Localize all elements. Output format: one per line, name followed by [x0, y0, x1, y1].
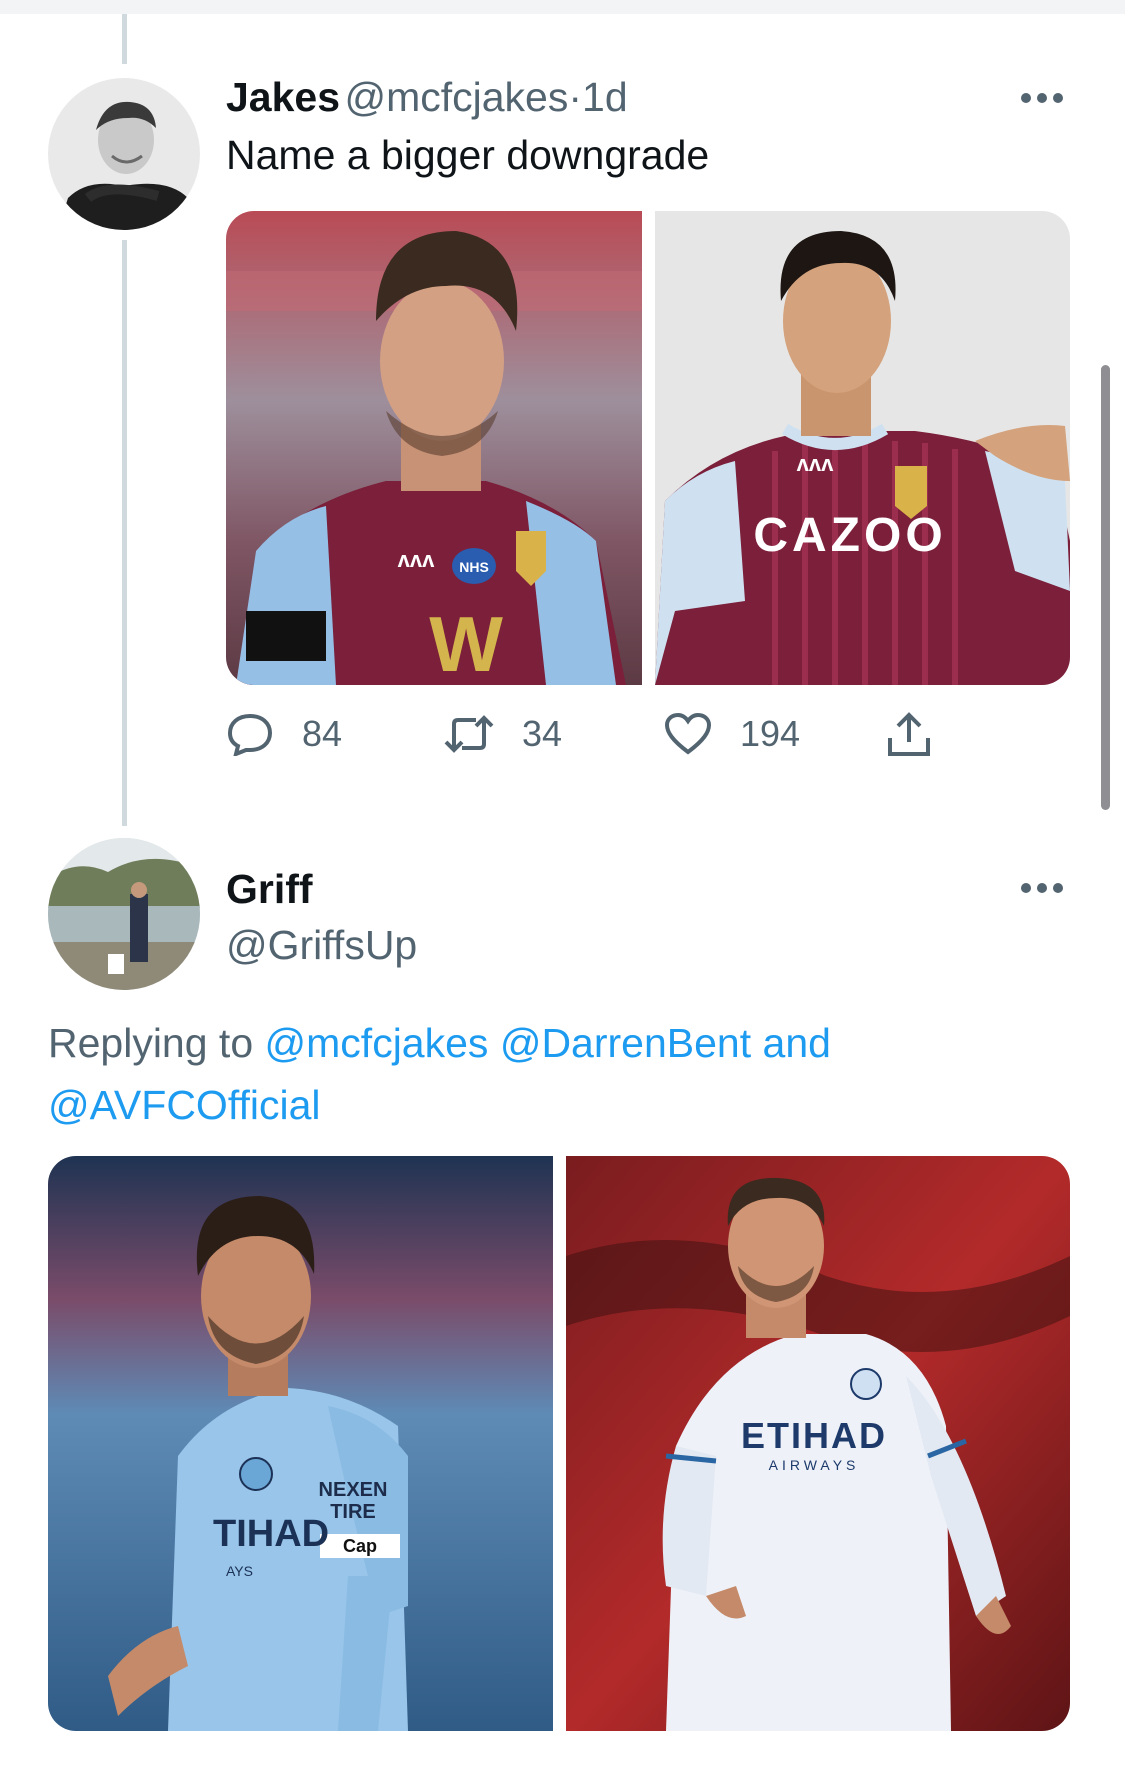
svg-text:W: W [429, 600, 503, 685]
tweet-time[interactable]: 1d [582, 74, 628, 120]
svg-text:Cap: Cap [343, 1536, 377, 1556]
mention-link[interactable]: @mcfcjakes [265, 1020, 489, 1066]
more-icon[interactable] [1020, 92, 1064, 104]
svg-text:ETIHAD: ETIHAD [741, 1415, 887, 1456]
reply-button[interactable]: 84 [226, 712, 342, 756]
more-icon[interactable] [1020, 882, 1064, 894]
svg-text:NHS: NHS [459, 559, 489, 575]
reply-count: 84 [302, 713, 343, 754]
avatar[interactable] [48, 78, 200, 230]
svg-text:TIRE: TIRE [330, 1501, 376, 1523]
photo-player-city-captain[interactable]: Cap NEXEN TIRE TIHAD AYS [48, 1156, 553, 1731]
svg-text:ʌʌʌ: ʌʌʌ [398, 547, 435, 572]
author-handle[interactable]: @GriffsUp [226, 922, 417, 969]
replying-to: Replying to @mcfcjakes @DarrenBent and @… [48, 1012, 1048, 1136]
svg-text:ʌʌʌ: ʌʌʌ [797, 451, 834, 476]
mention-and[interactable]: and [763, 1020, 831, 1066]
photo-player-city-away-kit[interactable]: ETIHAD AIRWAYS [566, 1156, 1070, 1731]
heart-icon [664, 712, 712, 755]
svg-text:NEXEN: NEXEN [319, 1479, 388, 1501]
svg-text:CAZOO: CAZOO [753, 509, 946, 562]
replying-to-label: Replying to [48, 1020, 254, 1066]
tweet-header: Jakes @mcfcjakes·1d [226, 74, 628, 121]
author-handle[interactable]: @mcfcjakes [344, 74, 568, 120]
user-avatar-photo [48, 838, 200, 990]
tweet-text: Name a bigger downgrade [226, 132, 710, 178]
retweet-icon [444, 715, 494, 753]
like-button[interactable]: 194 [664, 712, 800, 756]
mention-link[interactable]: @AVFCOfficial [48, 1082, 321, 1128]
time-separator: · [568, 74, 583, 120]
retweet-button[interactable]: 34 [444, 712, 562, 756]
top-edge-bar [0, 0, 1125, 14]
share-button[interactable] [886, 712, 960, 758]
svg-text:TIHAD: TIHAD [213, 1513, 329, 1555]
mention-link[interactable]: @DarrenBent [500, 1020, 751, 1066]
media-grid: Cap NEXEN TIRE TIHAD AYS ETIHAD AIRWAYS [48, 1156, 1070, 1731]
retweet-count: 34 [522, 713, 563, 754]
scrollbar[interactable] [1101, 365, 1110, 810]
svg-text:AIRWAYS: AIRWAYS [769, 1457, 860, 1473]
author-name[interactable]: Jakes [226, 74, 340, 120]
svg-text:AYS: AYS [226, 1563, 253, 1579]
like-count: 194 [740, 713, 801, 754]
share-icon [888, 712, 930, 756]
media-grid: NHS ʌʌʌ W ʌʌʌ CAZOO [226, 211, 1070, 685]
photo-player-villa-home-kit[interactable]: NHS ʌʌʌ W [226, 211, 642, 685]
reply-icon [227, 713, 273, 756]
thread-line-top [122, 14, 127, 64]
author-name[interactable]: Griff [226, 866, 313, 913]
user-avatar-photo [48, 78, 200, 230]
photo-player-villa-cazoo-kit[interactable]: ʌʌʌ CAZOO [655, 211, 1070, 685]
thread-line-connector [122, 240, 127, 826]
avatar[interactable] [48, 838, 200, 990]
